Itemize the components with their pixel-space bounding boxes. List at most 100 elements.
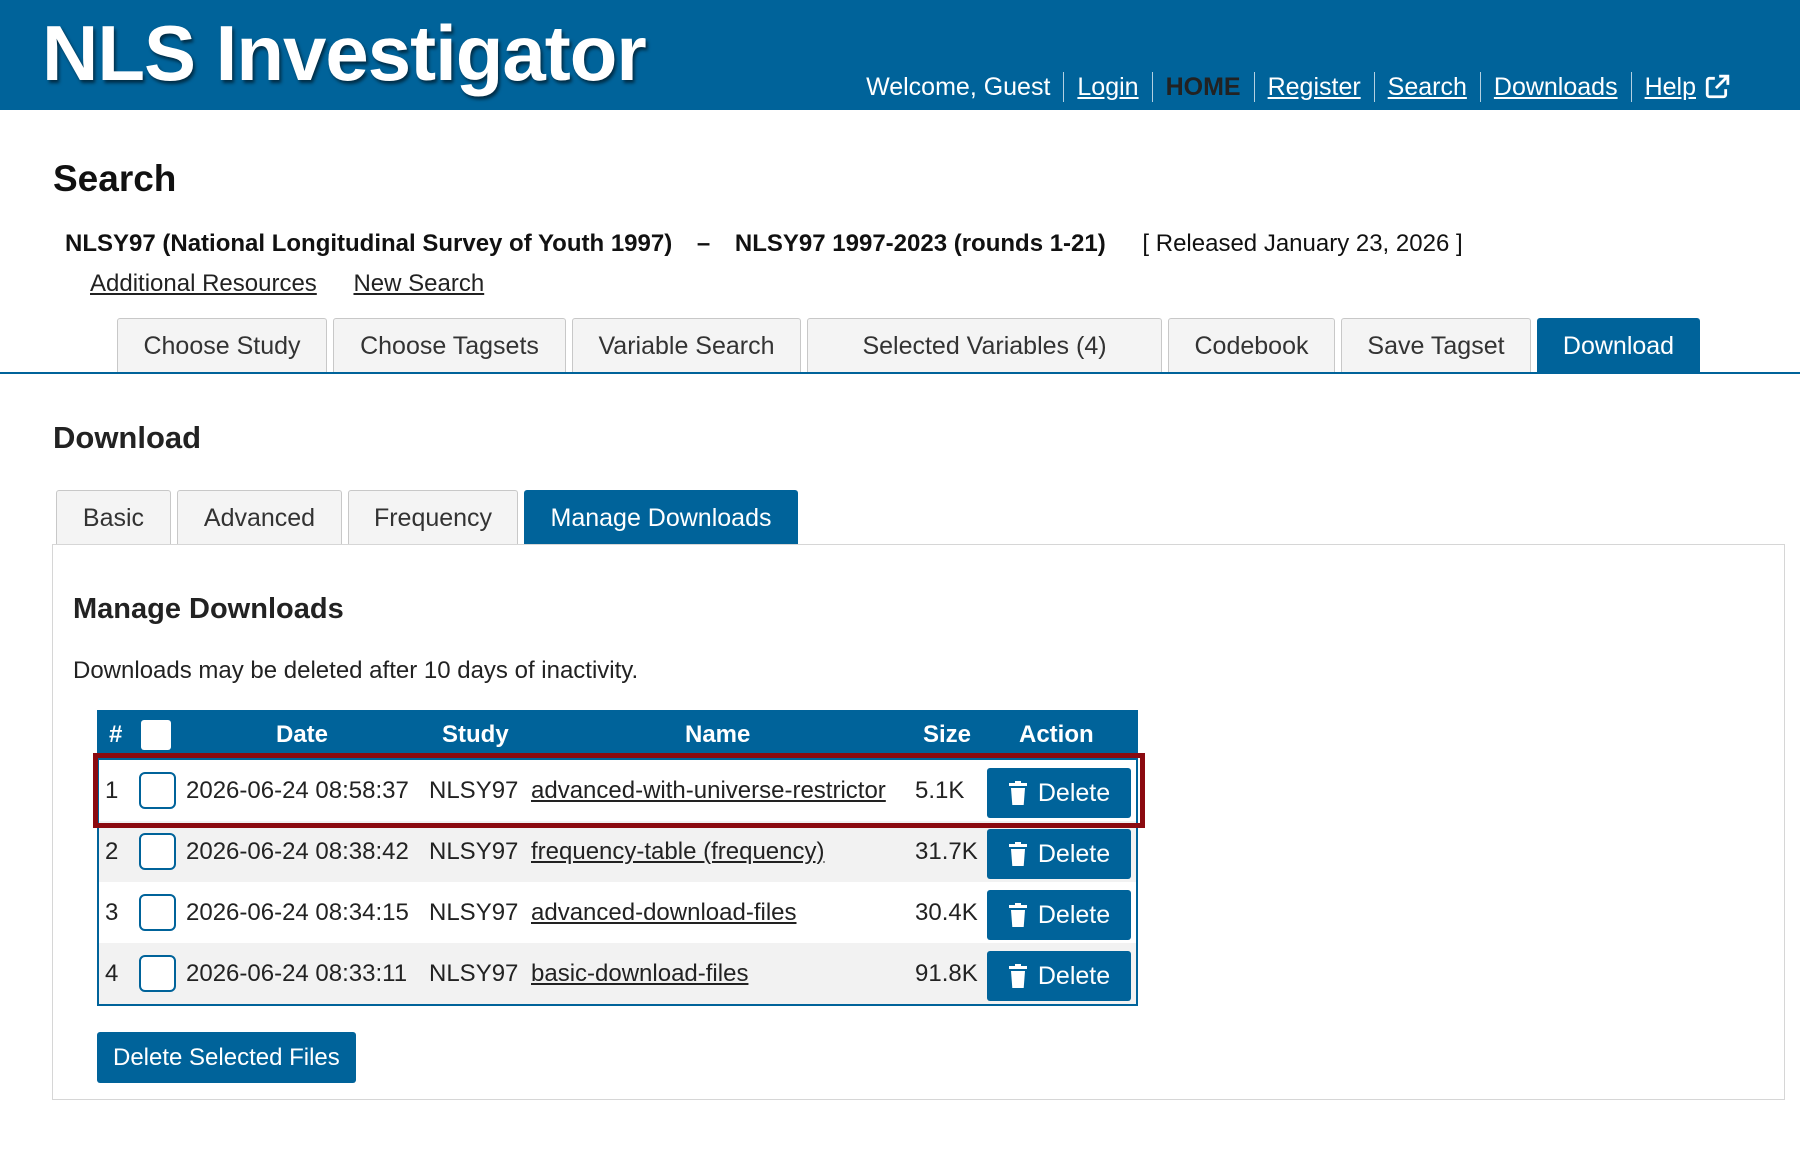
nav-divider <box>1063 72 1065 102</box>
tab-download[interactable]: Download <box>1537 318 1700 373</box>
download-file-link[interactable]: advanced-download-files <box>531 899 797 927</box>
row-number: 3 <box>105 898 119 926</box>
register-link[interactable]: Register <box>1268 73 1361 102</box>
delete-selected-files-button[interactable]: Delete Selected Files <box>97 1032 356 1083</box>
welcome-text: Welcome, Guest <box>866 72 1051 101</box>
delete-button[interactable]: Delete <box>987 829 1131 879</box>
table-header: # Date Study Name Size Action <box>99 710 1136 760</box>
delete-label: Delete <box>1037 839 1111 868</box>
inactivity-note: Downloads may be deleted after 10 days o… <box>73 657 639 684</box>
row-checkbox[interactable] <box>139 772 176 809</box>
trash-icon <box>1008 842 1027 866</box>
row-action-cell: Delete <box>987 943 1131 1004</box>
top-nav: Welcome, Guest Login HOME Register Searc… <box>866 72 1730 102</box>
col-name-header[interactable]: Name <box>685 710 750 760</box>
table-row: 2 2026-06-24 08:38:42 NLSY97 frequency-t… <box>99 821 1136 882</box>
table-row: 4 2026-06-24 08:33:11 NLSY97 basic-downl… <box>99 943 1136 1004</box>
row-name-cell: basic-download-files <box>531 943 748 1004</box>
page-title: Search <box>53 158 177 199</box>
main-tabs: Choose Study Choose Tagsets Variable Sea… <box>117 318 1700 373</box>
row-date: 2026-06-24 08:34:15 <box>186 898 409 926</box>
tab-save-tagset[interactable]: Save Tagset <box>1341 318 1531 373</box>
tabs-divider <box>0 372 1800 374</box>
col-date-header[interactable]: Date <box>276 710 328 760</box>
tab-codebook[interactable]: Codebook <box>1168 318 1335 373</box>
row-study: NLSY97 <box>429 898 519 926</box>
row-select-cell <box>139 882 176 943</box>
study-dash: – <box>696 230 711 257</box>
downloads-link[interactable]: Downloads <box>1494 73 1618 102</box>
downloads-table: # Date Study Name Size Action 1 2026-06-… <box>97 710 1138 1006</box>
tab-advanced[interactable]: Advanced <box>177 490 342 545</box>
row-date: 2026-06-24 08:58:37 <box>186 776 409 804</box>
trash-icon <box>1008 903 1027 927</box>
table-row: 1 2026-06-24 08:58:37 NLSY97 advanced-wi… <box>99 760 1136 821</box>
delete-label: Delete <box>1037 961 1111 990</box>
trash-icon <box>1008 964 1027 988</box>
row-size: 91.8K <box>915 959 978 987</box>
row-size: 5.1K <box>915 776 965 804</box>
nav-divider <box>1479 72 1481 102</box>
additional-resources-link[interactable]: Additional Resources <box>90 270 317 297</box>
select-all-checkbox[interactable] <box>141 720 171 750</box>
help-link[interactable]: Help <box>1645 73 1696 102</box>
row-name-cell: advanced-download-files <box>531 882 797 943</box>
login-link[interactable]: Login <box>1077 73 1138 102</box>
study-info: NLSY97 (National Longitudinal Survey of … <box>65 230 1463 258</box>
external-link-icon[interactable] <box>1704 74 1730 100</box>
tab-variable-search[interactable]: Variable Search <box>572 318 801 373</box>
study-links: Additional Resources New Search <box>90 270 514 298</box>
tab-choose-tagsets[interactable]: Choose Tagsets <box>333 318 566 373</box>
study-version: NLSY97 1997-2023 (rounds 1-21) <box>734 230 1106 257</box>
tab-choose-study[interactable]: Choose Study <box>117 318 327 373</box>
download-file-link[interactable]: basic-download-files <box>531 960 748 988</box>
tab-frequency[interactable]: Frequency <box>348 490 518 545</box>
row-checkbox[interactable] <box>139 833 176 870</box>
download-sub-tabs: Basic Advanced Frequency Manage Download… <box>56 490 798 545</box>
download-section-title: Download <box>53 420 202 455</box>
site-header: NLS Investigator Welcome, Guest Login HO… <box>0 0 1800 110</box>
download-file-link[interactable]: advanced-with-universe-restrictor <box>531 777 886 805</box>
nav-divider <box>1151 72 1153 102</box>
site-logo[interactable]: NLS Investigator <box>42 8 647 99</box>
row-action-cell: Delete <box>987 882 1131 943</box>
row-select-cell <box>139 760 176 821</box>
row-checkbox[interactable] <box>139 894 176 931</box>
row-select-cell <box>139 821 176 882</box>
tab-selected-variables[interactable]: Selected Variables (4) <box>807 318 1162 373</box>
tab-manage-downloads[interactable]: Manage Downloads <box>524 490 798 545</box>
panel-title: Manage Downloads <box>73 593 344 625</box>
home-link[interactable]: HOME <box>1166 73 1241 102</box>
row-name-cell: advanced-with-universe-restrictor <box>531 760 886 821</box>
row-checkbox[interactable] <box>139 955 176 992</box>
row-date: 2026-06-24 08:38:42 <box>186 837 409 865</box>
select-all-cell <box>141 710 171 760</box>
nav-divider <box>1630 72 1632 102</box>
row-size: 30.4K <box>915 898 978 926</box>
row-number: 4 <box>105 959 119 987</box>
download-file-link[interactable]: frequency-table (frequency) <box>531 838 824 866</box>
row-date: 2026-06-24 08:33:11 <box>186 959 408 987</box>
row-size: 31.7K <box>915 837 978 865</box>
tab-basic[interactable]: Basic <box>56 490 171 545</box>
row-number: 1 <box>105 776 119 804</box>
row-study: NLSY97 <box>429 959 519 987</box>
col-num-header: # <box>109 721 123 748</box>
nav-divider <box>1253 72 1255 102</box>
col-size-header[interactable]: Size <box>923 710 971 760</box>
manage-downloads-panel: Manage Downloads Downloads may be delete… <box>52 544 1785 1100</box>
delete-button[interactable]: Delete <box>987 951 1131 1001</box>
search-link[interactable]: Search <box>1388 73 1467 102</box>
row-select-cell <box>139 943 176 1004</box>
col-study-header[interactable]: Study <box>442 710 509 760</box>
delete-button[interactable]: Delete <box>987 768 1131 818</box>
delete-button[interactable]: Delete <box>987 890 1131 940</box>
trash-icon <box>1008 781 1027 805</box>
col-action-header: Action <box>1019 721 1094 748</box>
row-name-cell: frequency-table (frequency) <box>531 821 824 882</box>
row-action-cell: Delete <box>987 821 1131 882</box>
new-search-link[interactable]: New Search <box>353 270 484 297</box>
study-name: NLSY97 (National Longitudinal Survey of … <box>65 230 673 257</box>
row-number: 2 <box>105 837 119 865</box>
row-study: NLSY97 <box>429 776 519 804</box>
